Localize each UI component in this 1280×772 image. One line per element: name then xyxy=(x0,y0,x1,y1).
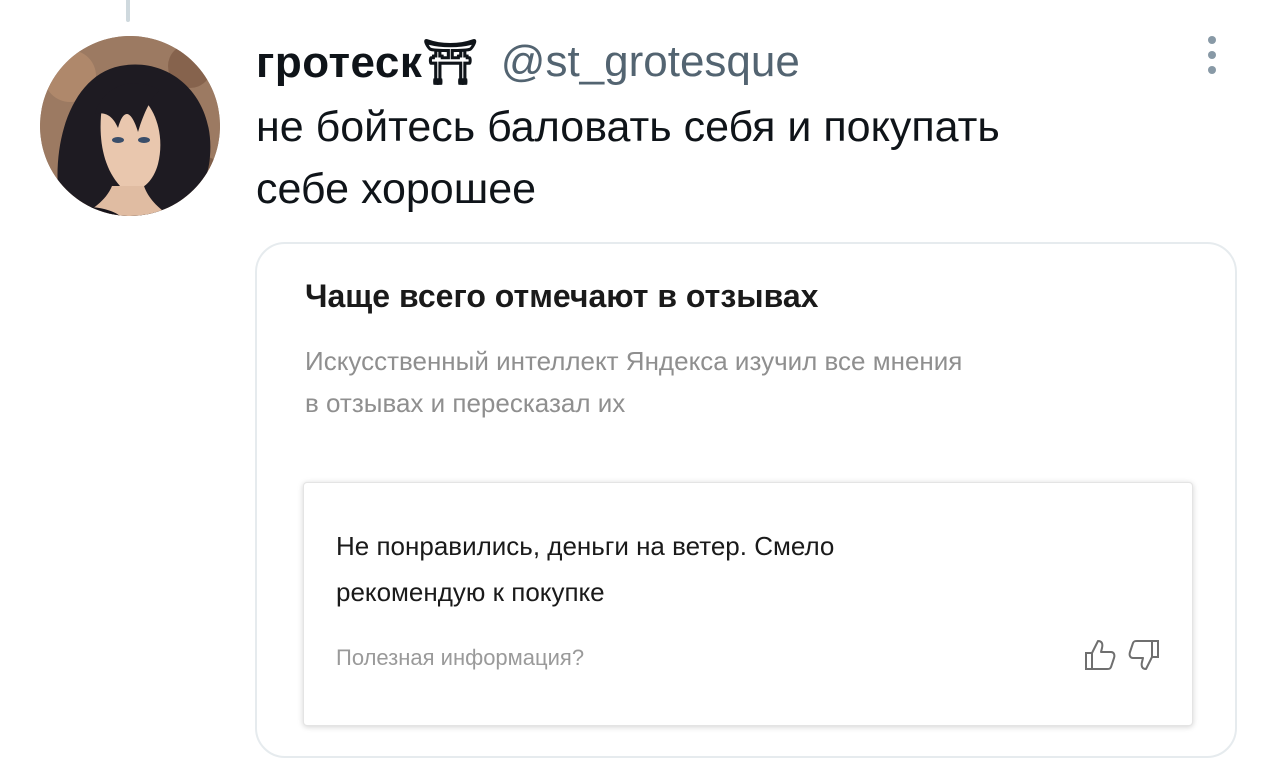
review-summary-box: Не понравились, деньги на ветер. Смело р… xyxy=(303,482,1193,726)
author-handle[interactable]: @st_grotesque xyxy=(501,37,800,87)
more-options-button[interactable] xyxy=(1194,30,1230,80)
card-subtitle: Искусственный интеллект Яндекса изучил в… xyxy=(305,346,963,418)
thumbs-up-icon xyxy=(1085,640,1116,670)
tweet-media-card[interactable]: Чаще всего отмечают в отзывах Искусствен… xyxy=(255,242,1237,758)
avatar-portrait-image xyxy=(40,36,220,216)
thread-connector-line xyxy=(126,0,130,22)
vote-down-button[interactable] xyxy=(1126,637,1162,673)
author-display-name[interactable]: гротеск⛩ xyxy=(256,36,479,88)
thumbs-down-icon xyxy=(1128,640,1159,670)
avatar[interactable] xyxy=(40,36,220,216)
tweet-header: гротеск⛩ @st_grotesque xyxy=(256,30,800,94)
tweet-text: не бойтесь баловать себя и покупать себе… xyxy=(256,103,1000,213)
helpful-question-label: Полезная информация? xyxy=(336,645,585,670)
vote-up-button[interactable] xyxy=(1082,637,1118,673)
more-vertical-icon xyxy=(1208,36,1216,74)
review-summary-text: Не понравились, деньги на ветер. Смело р… xyxy=(336,531,835,607)
tweet-page: гротеск⛩ @st_grotesque не бойтесь балова… xyxy=(0,0,1280,772)
card-title: Чаще всего отмечают в отзывах xyxy=(305,278,819,314)
